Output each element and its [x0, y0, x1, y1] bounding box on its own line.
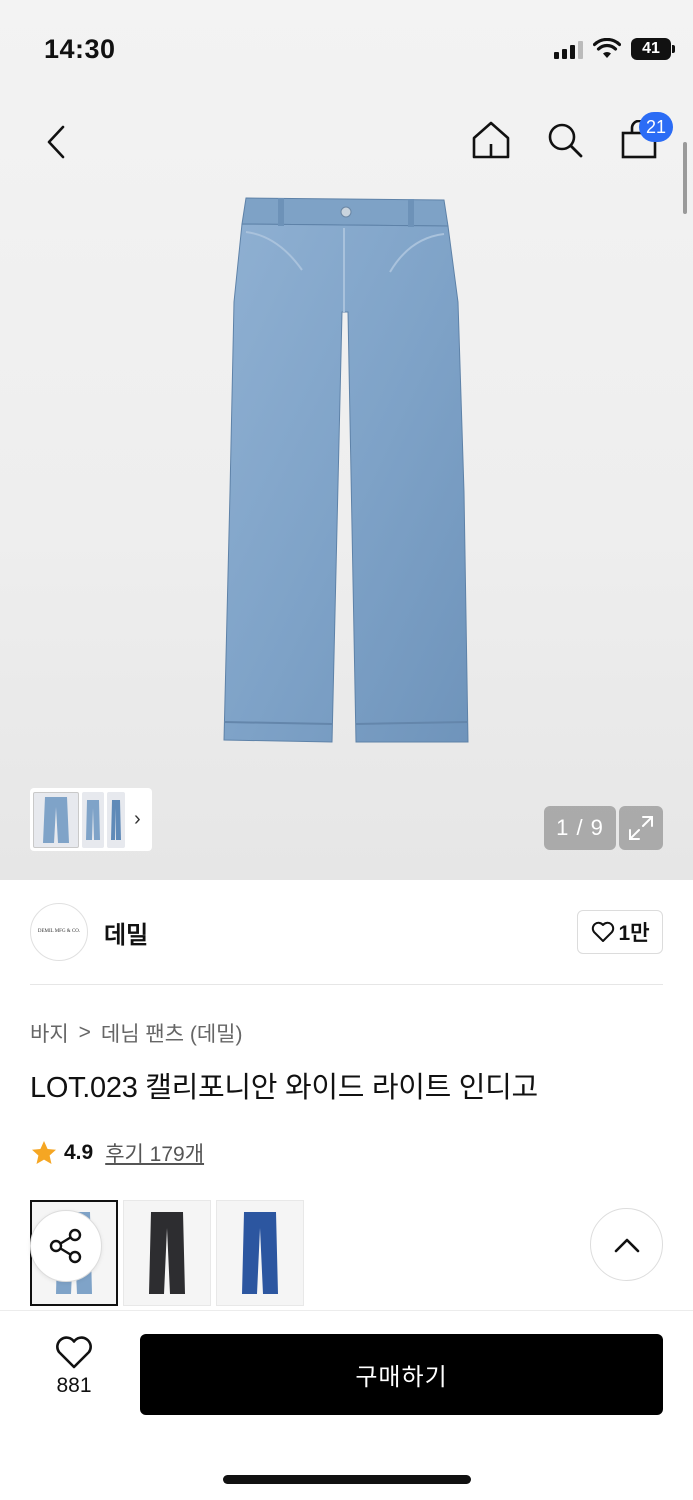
expand-icon — [629, 816, 653, 840]
breadcrumb: 바지 > 데님 팬츠 (데밀) — [30, 1018, 242, 1048]
heart-icon — [56, 1336, 92, 1369]
cart-button[interactable]: 21 — [615, 112, 673, 164]
breadcrumb-separator: > — [78, 1021, 91, 1044]
product-title: LOT.023 캘리포니안 와이드 라이트 인디고 — [30, 1072, 538, 1104]
brand-logo-text: DEMIL MFG & CO. — [37, 929, 81, 935]
share-button[interactable] — [30, 1210, 102, 1282]
brand-row[interactable]: DEMIL MFG & CO. 데밀 1만 — [30, 902, 663, 962]
breadcrumb-category[interactable]: 바지 — [30, 1018, 69, 1048]
jeans-thumbnail-icon — [111, 799, 121, 840]
status-time: 14:30 — [44, 34, 116, 64]
color-option-dark-indigo[interactable] — [216, 1200, 304, 1306]
wishlist-count: 881 — [56, 1374, 92, 1397]
signal-icon — [554, 39, 583, 59]
jeans-swatch-icon — [149, 1212, 185, 1294]
home-button[interactable] — [467, 116, 515, 164]
color-option-black[interactable] — [123, 1200, 211, 1306]
brand-logo[interactable]: DEMIL MFG & CO. — [30, 903, 88, 961]
rating: 4.9 후기 179개 — [30, 1138, 204, 1168]
battery-icon: 41 — [631, 38, 675, 60]
reviews-link[interactable]: 후기 179개 — [105, 1138, 204, 1168]
cart-count-badge: 21 — [639, 112, 673, 142]
gallery-thumbnails[interactable]: › — [30, 788, 152, 851]
share-icon — [49, 1228, 82, 1264]
home-indicator[interactable] — [223, 1475, 471, 1484]
brand-like-count: 1만 — [618, 922, 650, 945]
heart-icon — [591, 921, 614, 942]
chevron-left-icon — [47, 125, 65, 159]
rating-score: 4.9 — [64, 1141, 94, 1164]
wishlist-button[interactable]: 881 — [40, 1336, 108, 1398]
gallery-thumbnail[interactable] — [82, 791, 104, 848]
gallery-thumbnail[interactable] — [107, 791, 125, 848]
gallery-counter: 1 / 9 — [544, 806, 616, 850]
top-nav-actions: 21 — [467, 112, 673, 164]
jeans-swatch-icon — [242, 1212, 278, 1294]
product-image — [223, 197, 469, 743]
status-icons: 41 — [554, 38, 675, 60]
buy-button[interactable]: 구매하기 — [140, 1334, 663, 1415]
brand-name[interactable]: 데밀 — [104, 915, 148, 950]
jeans-thumbnail-icon — [86, 799, 100, 840]
scroll-top-button[interactable] — [590, 1208, 663, 1281]
scrollbar[interactable] — [683, 142, 687, 214]
fullscreen-button[interactable] — [619, 806, 663, 850]
home-icon — [472, 121, 510, 159]
gallery-thumbnail[interactable] — [33, 791, 79, 848]
back-button[interactable] — [36, 120, 76, 164]
search-button[interactable] — [541, 116, 589, 164]
divider — [30, 984, 663, 985]
star-icon — [32, 1141, 56, 1164]
brand-like-button[interactable]: 1만 — [577, 910, 663, 954]
wifi-icon — [593, 38, 621, 58]
chevron-up-icon — [614, 1238, 639, 1252]
chevron-right-icon[interactable]: › — [134, 808, 141, 831]
breadcrumb-subcategory[interactable]: 데님 팬츠 (데밀) — [101, 1018, 243, 1048]
jeans-thumbnail-icon — [43, 796, 69, 843]
search-icon — [548, 123, 583, 158]
